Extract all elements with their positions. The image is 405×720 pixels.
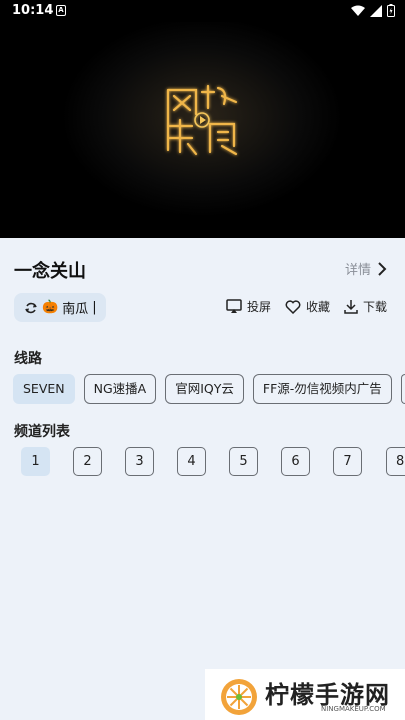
cast-label: 投屏 <box>246 300 271 314</box>
episode-button[interactable]: 6 <box>281 447 310 476</box>
refresh-icon <box>25 302 37 313</box>
video-player[interactable] <box>0 22 405 238</box>
episode-button[interactable]: 1 <box>21 447 50 476</box>
episode-button[interactable]: 2 <box>73 447 102 476</box>
episode-button[interactable]: 5 <box>229 447 258 476</box>
episode-button[interactable]: 4 <box>177 447 206 476</box>
watermark: 柠檬手游网 NINGMAKEUP.COM <box>205 669 405 720</box>
episode-button[interactable]: 8 <box>386 447 405 476</box>
source-switch-button[interactable]: 🎃 南瓜 | <box>14 293 106 322</box>
watermark-url: NINGMAKEUP.COM <box>321 705 386 713</box>
episode-list: 1 2 3 4 5 6 7 <box>21 447 362 476</box>
chevron-right-icon <box>378 261 387 276</box>
line-chip[interactable]: SEVEN <box>13 374 75 404</box>
episode-button[interactable]: 7 <box>333 447 362 476</box>
favorite-button[interactable]: 收藏 <box>285 298 330 315</box>
line-chip[interactable]: FF源-勿信视频内广告 <box>252 374 392 404</box>
wifi-icon <box>351 5 365 16</box>
battery-icon <box>387 4 395 17</box>
download-icon <box>344 300 358 314</box>
status-icons <box>351 4 395 17</box>
source-name: 南瓜 <box>62 302 89 317</box>
notification-icon: A <box>56 5 66 16</box>
source-emoji: 🎃 <box>42 300 59 315</box>
broadcast-logo-icon <box>166 84 238 156</box>
download-button[interactable]: 下载 <box>344 298 387 315</box>
favorite-label: 收藏 <box>305 300 330 314</box>
episode-button[interactable]: 3 <box>125 447 154 476</box>
line-chip[interactable]: NG速播A <box>83 374 157 404</box>
download-label: 下载 <box>362 300 387 314</box>
cast-button[interactable]: 投屏 <box>226 298 271 315</box>
status-bar: 10:14 A <box>0 0 405 22</box>
detail-link[interactable]: 详情 <box>345 259 387 278</box>
line-list: SEVEN NG速播A 官网IQY云 FF源-勿信视频内广告 <box>13 374 392 404</box>
line-chip[interactable]: 官网IQY云 <box>165 374 244 404</box>
source-cursor: | <box>92 300 97 315</box>
lines-heading: 线路 <box>14 351 42 367</box>
status-time: 10:14 <box>12 3 54 18</box>
cast-icon <box>226 299 242 313</box>
video-title: 一念关山 <box>14 261 86 282</box>
signal-icon <box>370 4 382 17</box>
heart-icon <box>285 299 301 314</box>
episodes-heading: 频道列表 <box>14 424 70 440</box>
action-bar: 投屏 收藏 下载 <box>226 298 387 315</box>
lemon-logo-icon <box>221 679 257 715</box>
detail-label: 详情 <box>344 263 371 278</box>
line-chip-overflow[interactable] <box>401 374 405 404</box>
